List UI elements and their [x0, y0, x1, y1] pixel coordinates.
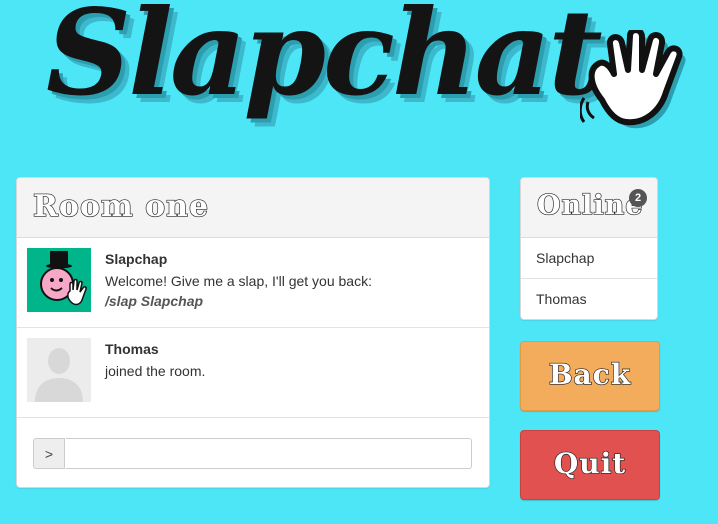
message-text: joined the room.	[105, 363, 206, 379]
chat-message: Thomas joined the room.	[17, 328, 489, 418]
chat-input[interactable]	[66, 438, 472, 469]
waving-hand-icon	[580, 30, 686, 129]
back-button[interactable]: Back	[520, 341, 660, 411]
default-user-avatar	[27, 338, 91, 402]
online-count-badge: 2	[629, 189, 647, 207]
message-body: joined the room.	[105, 361, 205, 381]
online-user-item[interactable]: Slapchap	[521, 238, 657, 279]
online-header: Online 2	[521, 178, 657, 238]
online-title: Online	[536, 189, 644, 221]
online-users-panel: Online 2 Slapchap Thomas	[520, 177, 658, 320]
quit-button-label: Quit	[553, 446, 627, 480]
room-header: Room one	[17, 178, 489, 238]
message-author: Thomas	[105, 341, 159, 357]
chat-input-row: >	[33, 438, 473, 470]
message-author: Slapchap	[105, 251, 168, 267]
chat-room-panel: Room one Slapchap Welcome! Give me a sla…	[16, 177, 490, 488]
room-title: Room one	[32, 188, 210, 224]
message-body: Welcome! Give me a slap, I'll get you ba…	[105, 271, 372, 311]
bot-avatar	[27, 248, 91, 312]
back-button-label: Back	[548, 357, 632, 391]
quit-button[interactable]: Quit	[520, 430, 660, 500]
app-logo: Slapchat	[40, 0, 710, 168]
chat-message: Slapchap Welcome! Give me a slap, I'll g…	[17, 238, 489, 328]
prompt-addon: >	[33, 438, 65, 469]
logo-text: Slapchat	[46, 0, 603, 122]
message-text: Welcome! Give me a slap, I'll get you ba…	[105, 273, 372, 289]
online-user-item[interactable]: Thomas	[521, 279, 657, 319]
message-command: /slap Slapchap	[105, 293, 204, 309]
